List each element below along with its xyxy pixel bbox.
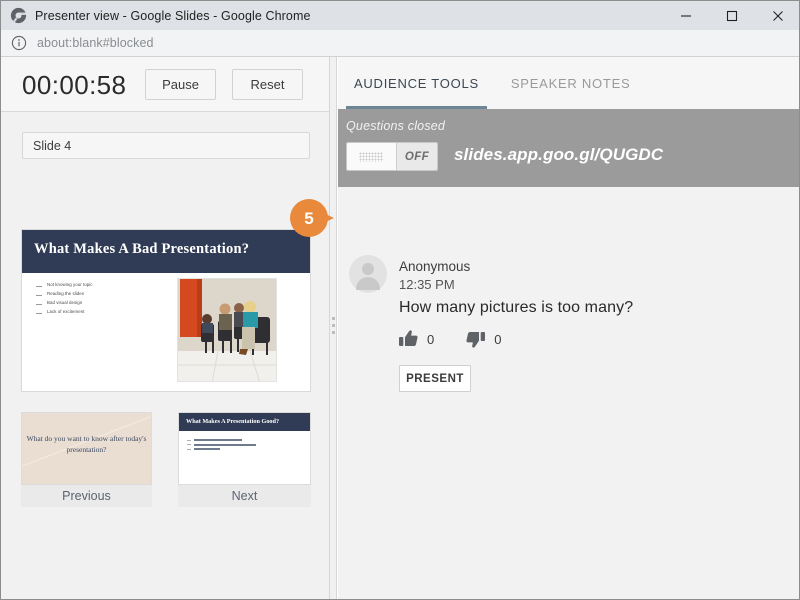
avatar-head-icon [362, 263, 374, 275]
tab-speaker-notes[interactable]: SPEAKER NOTES [495, 57, 647, 109]
panel-resize-handle[interactable] [330, 57, 337, 599]
bullet-line [194, 443, 256, 446]
tab-audience-tools[interactable]: AUDIENCE TOOLS [338, 57, 495, 109]
thumbs-up-icon[interactable] [399, 330, 418, 348]
thumbs-up-vote[interactable]: 0 [399, 330, 434, 348]
resize-grip-dots-icon [332, 317, 335, 338]
present-button[interactable]: PRESENT [399, 365, 471, 392]
close-icon[interactable] [755, 1, 799, 30]
browser-window: Presenter view - Google Slides - Google … [0, 0, 800, 600]
question-list: Anonymous 12:35 PM How many pictures is … [338, 187, 799, 599]
bullet-text: Bad visual design [47, 300, 83, 305]
presenter-left-pane: 00:00:58 Pause Reset Slide 4 What Makes … [1, 57, 330, 599]
audience-right-pane: AUDIENCE TOOLS SPEAKER NOTES Questions c… [338, 57, 799, 599]
thumbs-up-count: 0 [427, 331, 435, 347]
next-button-label: Next [178, 485, 311, 507]
toggle-grip-icon [359, 152, 383, 162]
thumbs-down-count: 0 [494, 331, 502, 347]
timer-bar: 00:00:58 Pause Reset [1, 57, 329, 112]
toggle-knob[interactable] [347, 143, 396, 170]
callout-circle: 5 [290, 199, 328, 237]
bullet-line [194, 448, 220, 450]
bullet-dash-icon [187, 439, 191, 441]
tab-speaker-notes-label: SPEAKER NOTES [510, 75, 631, 91]
slide-photo [177, 278, 277, 382]
address-bar[interactable]: about:blank#blocked [1, 30, 799, 57]
list-item: Reading the slides [36, 291, 161, 297]
next-slide-bullets [187, 439, 279, 453]
reset-button[interactable]: Reset [232, 69, 303, 100]
question-author: Anonymous [399, 259, 471, 274]
list-item [187, 443, 279, 446]
bullet-text: Lack of excitement [47, 309, 85, 314]
previous-button-label: Previous [21, 485, 152, 507]
bullet-dash-icon [187, 444, 191, 445]
tab-audience-tools-label: AUDIENCE TOOLS [354, 75, 479, 91]
bullet-dash-icon [187, 448, 191, 450]
step-callout-badge: 5 [290, 199, 334, 237]
toggle-state-label: OFF [396, 143, 437, 170]
questions-status-bar: Questions closed OFF slides.app.goo.gl/Q… [338, 109, 799, 187]
info-circle-icon[interactable] [11, 35, 27, 51]
current-slide-preview[interactable]: What Makes A Bad Presentation? Not knowi… [21, 229, 311, 392]
bullet-dash-icon [36, 295, 42, 296]
avatar [349, 255, 387, 293]
slide-bullet-list: Not knowing your topic Reading the slide… [36, 282, 161, 318]
slide-title: What Makes A Bad Presentation? [34, 241, 250, 257]
window-controls [663, 1, 799, 30]
previous-slide-text: What do you want to know after today's p… [26, 434, 147, 454]
slide-selector-label: Slide 4 [33, 138, 72, 153]
thumbs-down-icon[interactable] [466, 330, 486, 348]
next-slide-image: What Makes A Presentation Good? [178, 412, 311, 485]
window-title: Presenter view - Google Slides - Google … [35, 8, 311, 23]
list-item [187, 439, 279, 441]
title-bar: Presenter view - Google Slides - Google … [1, 1, 799, 30]
chrome-globe-icon [10, 7, 27, 24]
minimize-icon[interactable] [663, 1, 709, 30]
thumbs-down-vote[interactable]: 0 [466, 330, 501, 348]
list-item: Bad visual design [36, 300, 161, 306]
bullet-dash-icon [36, 286, 42, 287]
previous-slide-image: What do you want to know after today's p… [21, 412, 152, 485]
slide-selector-dropdown[interactable]: Slide 4 [22, 132, 310, 159]
bullet-dash-icon [36, 313, 42, 314]
audience-share-url: slides.app.goo.gl/QUGDC [454, 145, 664, 164]
maximize-icon[interactable] [709, 1, 755, 30]
bullet-dash-icon [36, 304, 42, 305]
bullet-text: Not knowing your topic [47, 282, 93, 287]
bullet-text: Reading the slides [47, 291, 85, 296]
list-item: Not knowing your topic [36, 282, 161, 288]
question-timestamp: 12:35 PM [399, 277, 455, 292]
list-item [187, 448, 279, 450]
questions-status-text: Questions closed [346, 119, 446, 133]
next-slide-title: What Makes A Presentation Good? [186, 418, 280, 425]
question-text: How many pictures is too many? [399, 299, 634, 316]
page-content: 00:00:58 Pause Reset Slide 4 What Makes … [1, 57, 799, 599]
list-item: Lack of excitement [36, 309, 161, 315]
bullet-line [194, 439, 242, 441]
questions-toggle[interactable]: OFF [346, 142, 438, 171]
callout-number: 5 [304, 208, 314, 228]
tab-bar: AUDIENCE TOOLS SPEAKER NOTES [338, 57, 799, 109]
presentation-timer: 00:00:58 [22, 70, 127, 100]
next-slide-thumbnail[interactable]: What Makes A Presentation Good? Next [178, 412, 311, 507]
url-text: about:blank#blocked [37, 36, 154, 50]
avatar-body-icon [356, 277, 380, 290]
pause-button[interactable]: Pause [145, 69, 216, 100]
previous-slide-thumbnail[interactable]: What do you want to know after today's p… [21, 412, 152, 507]
vote-controls: 0 0 [399, 330, 533, 348]
